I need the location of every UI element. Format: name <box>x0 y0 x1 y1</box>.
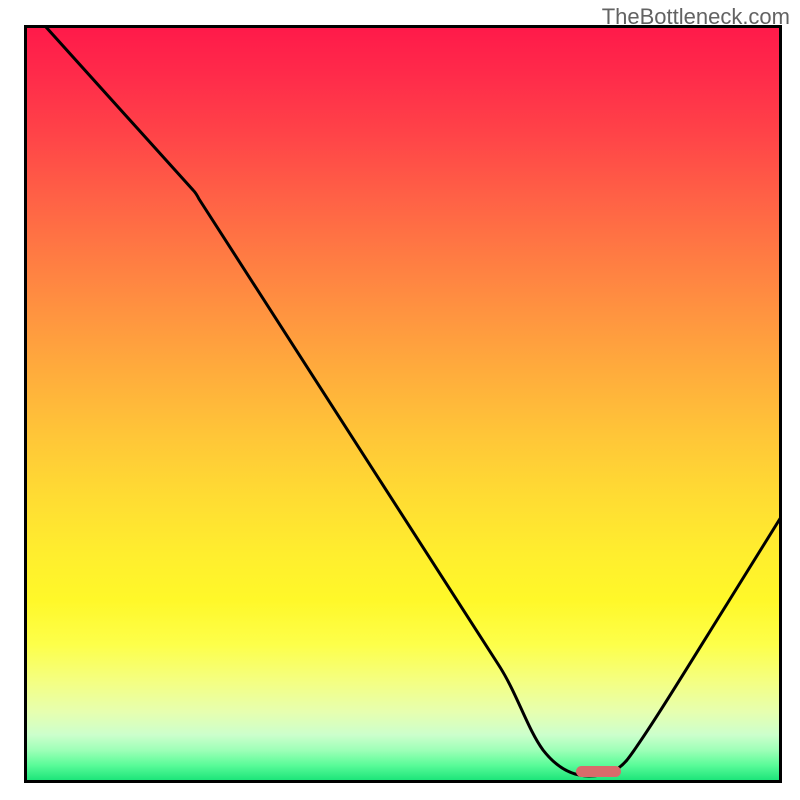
line-series <box>27 28 779 780</box>
optimal-range-marker <box>576 766 621 777</box>
watermark-text: TheBottleneck.com <box>602 4 790 30</box>
chart-plot-area <box>24 28 779 783</box>
bottleneck-curve <box>27 28 779 776</box>
